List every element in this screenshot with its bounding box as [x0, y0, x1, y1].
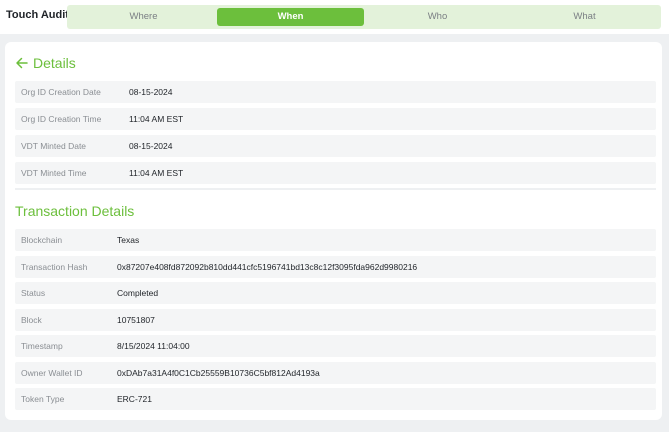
transaction-label: Blockchain [21, 235, 63, 245]
detail-row: Org ID Creation Date 08-15-2024 [15, 81, 656, 103]
wallet-id-value: 0xDAb7a31A4f0C1Cb25559B10736C5bf812Ad419… [117, 368, 320, 378]
section-divider [15, 188, 656, 190]
transaction-value: 10751807 [117, 315, 155, 325]
transaction-hash-value: 0x87207e408fd872092b810dd441cfc5196741bd… [117, 262, 418, 272]
detail-value: 08-15-2024 [129, 141, 173, 151]
tab-when[interactable]: When [217, 8, 364, 26]
scrollbar[interactable] [664, 34, 669, 432]
transaction-row: Transaction Hash 0x87207e408fd872092b810… [15, 256, 656, 278]
transaction-row: Token Type ERC-721 [15, 388, 656, 410]
transaction-title: Transaction Details [15, 203, 135, 219]
detail-label: Org ID Creation Time [21, 114, 102, 124]
tab-where[interactable]: Where [70, 8, 217, 26]
tab-bar: Where When Who What [67, 5, 661, 29]
transaction-value: Texas [117, 235, 140, 245]
transaction-label: Timestamp [21, 341, 63, 351]
transaction-value: ERC-721 [117, 394, 152, 404]
tab-who[interactable]: Who [364, 8, 511, 26]
status-value: Completed [117, 288, 159, 298]
detail-value: 08-15-2024 [129, 87, 173, 97]
detail-row: VDT Minted Date 08-15-2024 [15, 135, 656, 157]
detail-label: VDT Minted Date [21, 141, 87, 151]
details-card: Details Org ID Creation Date 08-15-2024 … [5, 42, 662, 420]
top-bar: Touch Audit Where When Who What [0, 0, 669, 34]
details-title: Details [33, 55, 76, 71]
transaction-label: Block [21, 315, 42, 325]
transaction-label: Token Type [21, 394, 65, 404]
arrow-left-icon[interactable] [15, 56, 29, 70]
detail-label: VDT Minted Time [21, 168, 87, 178]
transaction-label: Status [21, 288, 46, 298]
tab-what[interactable]: What [511, 8, 658, 26]
transaction-row: Status Completed [15, 282, 656, 304]
app-title: Touch Audit [6, 9, 69, 21]
detail-value: 11:04 AM EST [129, 168, 184, 178]
transaction-label: Transaction Hash [21, 262, 88, 272]
transaction-row: Block 10751807 [15, 309, 656, 331]
transaction-row: Blockchain Texas [15, 229, 656, 251]
detail-row: VDT Minted Time 11:04 AM EST [15, 162, 656, 184]
transaction-row: Timestamp 8/15/2024 11:04:00 [15, 335, 656, 357]
detail-row: Org ID Creation Time 11:04 AM EST [15, 108, 656, 130]
detail-label: Org ID Creation Date [21, 87, 101, 97]
detail-value: 11:04 AM EST [129, 114, 184, 124]
transaction-row: Owner Wallet ID 0xDAb7a31A4f0C1Cb25559B1… [15, 362, 656, 384]
transaction-label: Owner Wallet ID [21, 368, 83, 378]
transaction-value: 8/15/2024 11:04:00 [117, 341, 190, 351]
